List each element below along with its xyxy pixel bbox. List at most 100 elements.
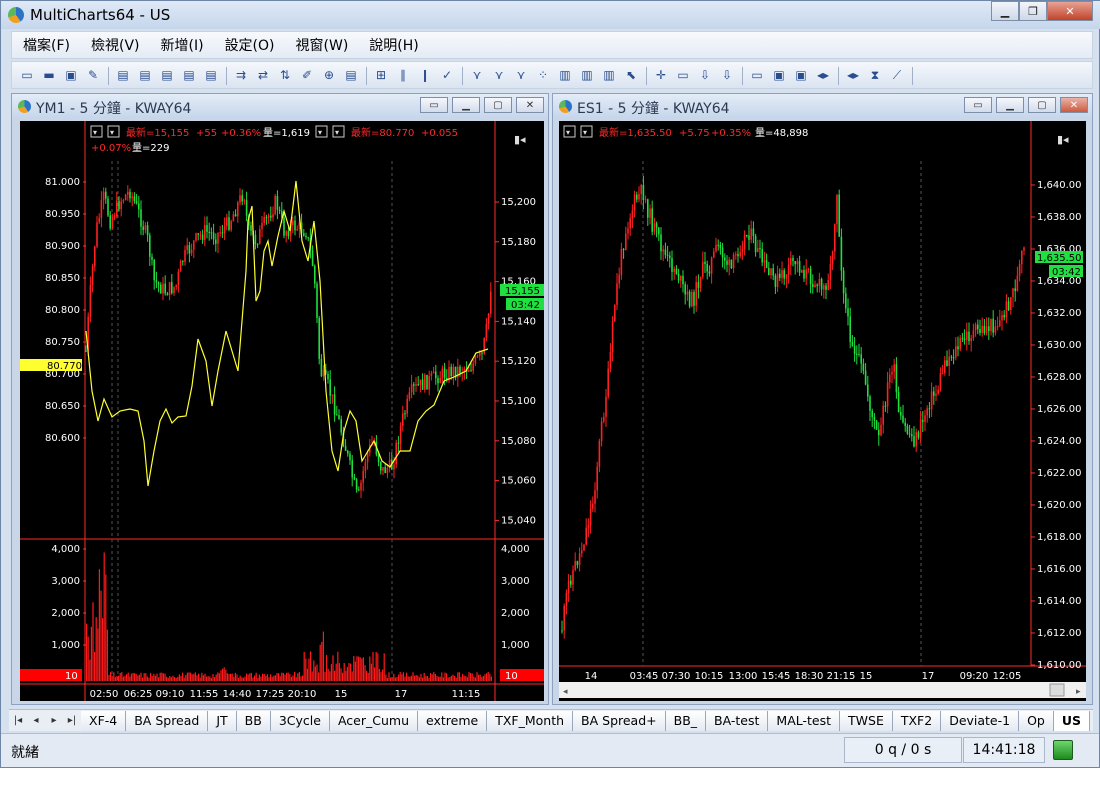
scroll-right-icon[interactable]: ▸ xyxy=(1076,687,1081,697)
toolbar-button-18[interactable]: ✓ xyxy=(438,66,456,84)
toolbar-button-8[interactable]: ▤ xyxy=(202,66,220,84)
chart-window-es1[interactable]: ES1 - 5 分鐘 - KWAY64 ▭ ▁ ▢ ✕ ▾ ▾ 最新=1,635… xyxy=(552,93,1093,705)
chart-window-ym1[interactable]: YM1 - 5 分鐘 - KWAY64 ▭ ▁ ▢ ✕ ▾ ▾ 最新=15,15… xyxy=(11,93,549,705)
volume-bar xyxy=(322,631,324,681)
toolbar-button-37[interactable]: ⟋ xyxy=(888,66,906,84)
toolbar-button-4[interactable]: ▤ xyxy=(114,66,132,84)
maximize-button[interactable]: ❐ xyxy=(1019,1,1047,21)
toolbar-button-17[interactable]: ❙ xyxy=(416,66,434,84)
workspace-tab[interactable]: TXF2 xyxy=(892,710,942,731)
candle-body xyxy=(785,274,788,279)
toolbar-button-11[interactable]: ⇅ xyxy=(276,66,294,84)
tab-last-icon[interactable]: ▸| xyxy=(63,715,81,726)
toolbar-button-14[interactable]: ▤ xyxy=(342,66,360,84)
connection-status-icon[interactable] xyxy=(1053,740,1073,760)
toolbar-button-10[interactable]: ⇄ xyxy=(254,66,272,84)
scroll-left-icon[interactable]: ◂ xyxy=(563,687,568,697)
toolbar-button-28[interactable]: ▭ xyxy=(674,66,692,84)
menu-help[interactable]: 說明(H) xyxy=(366,33,421,57)
workspace-tab[interactable]: BA-test xyxy=(706,710,769,731)
chart-title: YM1 - 5 分鐘 - KWAY64 xyxy=(36,101,192,117)
workspace-tab[interactable]: BB_ xyxy=(665,710,707,731)
workspace-tab[interactable]: BA Spread xyxy=(126,710,209,731)
chart-close-button[interactable]: ✕ xyxy=(1060,97,1088,113)
workspace-tab[interactable]: JT xyxy=(208,710,237,731)
workspace-tab[interactable]: US xyxy=(1053,710,1091,731)
chart-es1-svg[interactable]: ▾ ▾ 最新=1,635.50 +5.75 +0.35% 量=48,898 ▮◂… xyxy=(559,121,1086,701)
toolbar-button-25[interactable]: ▥ xyxy=(600,66,618,84)
toolbar-button-15[interactable]: ⊞ xyxy=(372,66,390,84)
toolbar-button-20[interactable]: ⋎ xyxy=(490,66,508,84)
menu-window[interactable]: 視窗(W) xyxy=(293,33,352,57)
volume-bar xyxy=(388,672,390,681)
toolbar-button-7[interactable]: ▤ xyxy=(180,66,198,84)
chart-maximize-button[interactable]: ▢ xyxy=(1028,97,1056,113)
toolbar-button-12[interactable]: ✐ xyxy=(298,66,316,84)
time-axis-label: 17 xyxy=(395,689,408,700)
tab-next-icon[interactable]: ▸ xyxy=(45,715,63,726)
toolbar-button-21[interactable]: ⋎ xyxy=(512,66,530,84)
menu-view[interactable]: 檢視(V) xyxy=(88,33,143,57)
chart-maximize-button[interactable]: ▢ xyxy=(484,97,512,113)
chart-ym1-svg[interactable]: ▾ ▾ 最新=15,155 +55 +0.36% 量=1,619 ▾ ▾ 最新=… xyxy=(20,121,544,701)
toolbar-button-23[interactable]: ▥ xyxy=(556,66,574,84)
toolbar-button-26[interactable]: ⬉ xyxy=(622,66,640,84)
workspace-tab[interactable]: Op xyxy=(1019,710,1054,731)
workspace-tab[interactable]: XF-4 xyxy=(81,710,127,731)
menu-settings[interactable]: 設定(O) xyxy=(222,33,278,57)
candle-body xyxy=(254,234,257,245)
toolbar-button-29[interactable]: ⇩ xyxy=(696,66,714,84)
chart-close-button[interactable]: ✕ xyxy=(516,97,544,113)
workspace-tab[interactable]: 3Cycle xyxy=(270,710,330,731)
workspace-tab[interactable]: BA Spread+ xyxy=(573,710,666,731)
candle-body xyxy=(996,325,999,327)
toolbar-button-5[interactable]: ▤ xyxy=(136,66,154,84)
candle-body xyxy=(724,257,726,261)
menu-file[interactable]: 檔案(F) xyxy=(20,33,73,57)
toolbar-button-27[interactable]: ✛ xyxy=(652,66,670,84)
workspace-tab[interactable]: MAL-test xyxy=(768,710,841,731)
chart-plot-area[interactable]: ▾ ▾ 最新=15,155 +55 +0.36% 量=1,619 ▾ ▾ 最新=… xyxy=(20,121,544,701)
chart-minimize-button[interactable]: ▁ xyxy=(996,97,1024,113)
workspace-tab[interactable]: extreme xyxy=(418,710,488,731)
toolbar-button-34[interactable]: ◂▸ xyxy=(814,66,832,84)
candle-body xyxy=(384,467,386,473)
toolbar-button-0[interactable]: ▭ xyxy=(18,66,36,84)
chart-plot-area[interactable]: ▾ ▾ 最新=1,635.50 +5.75 +0.35% 量=48,898 ▮◂… xyxy=(559,121,1086,701)
toolbar-button-24[interactable]: ▥ xyxy=(578,66,596,84)
horizontal-scrollbar[interactable] xyxy=(559,682,1086,698)
toolbar-button-30[interactable]: ⇩ xyxy=(718,66,736,84)
toolbar-button-35[interactable]: ◂▸ xyxy=(844,66,862,84)
scroll-to-end-icon[interactable]: ▮◂ xyxy=(514,133,526,146)
toolbar-button-1[interactable]: ▬ xyxy=(40,66,58,84)
toolbar-button-32[interactable]: ▣ xyxy=(770,66,788,84)
tab-first-icon[interactable]: |◂ xyxy=(9,715,27,726)
workspace-tab[interactable]: TWSE xyxy=(840,710,893,731)
minimize-button[interactable]: ▁ xyxy=(991,1,1019,21)
close-button[interactable]: ✕ xyxy=(1047,1,1093,21)
toolbar-button-36[interactable]: ⧗ xyxy=(866,66,884,84)
menu-insert[interactable]: 新增(I) xyxy=(158,33,207,57)
toolbar-button-31[interactable]: ▭ xyxy=(748,66,766,84)
toolbar-button-2[interactable]: ▣ xyxy=(62,66,80,84)
toolbar-button-3[interactable]: ✎ xyxy=(84,66,102,84)
scroll-thumb[interactable] xyxy=(1049,683,1065,697)
workspace-tab[interactable]: TXF_Month xyxy=(487,710,574,731)
tab-prev-icon[interactable]: ◂ xyxy=(27,715,45,726)
toolbar-button-33[interactable]: ▣ xyxy=(792,66,810,84)
toolbar-button-9[interactable]: ⇉ xyxy=(232,66,250,84)
toolbar-button-16[interactable]: ∥ xyxy=(394,66,412,84)
chart-minimize-button[interactable]: ▁ xyxy=(452,97,480,113)
chart-format-button[interactable]: ▭ xyxy=(964,97,992,113)
workspace-tab[interactable]: BB xyxy=(236,710,271,731)
toolbar-button-19[interactable]: ⋎ xyxy=(468,66,486,84)
toolbar-button-13[interactable]: ⊕ xyxy=(320,66,338,84)
chart-format-button[interactable]: ▭ xyxy=(420,97,448,113)
volume-bar xyxy=(474,677,476,681)
workspace-tab[interactable]: Acer_Cumu xyxy=(329,710,418,731)
candle-body xyxy=(98,217,100,223)
workspace-tab[interactable]: Deviate-1 xyxy=(941,710,1020,731)
scroll-to-end-icon[interactable]: ▮◂ xyxy=(1057,133,1069,146)
toolbar-button-22[interactable]: ⁘ xyxy=(534,66,552,84)
toolbar-button-6[interactable]: ▤ xyxy=(158,66,176,84)
